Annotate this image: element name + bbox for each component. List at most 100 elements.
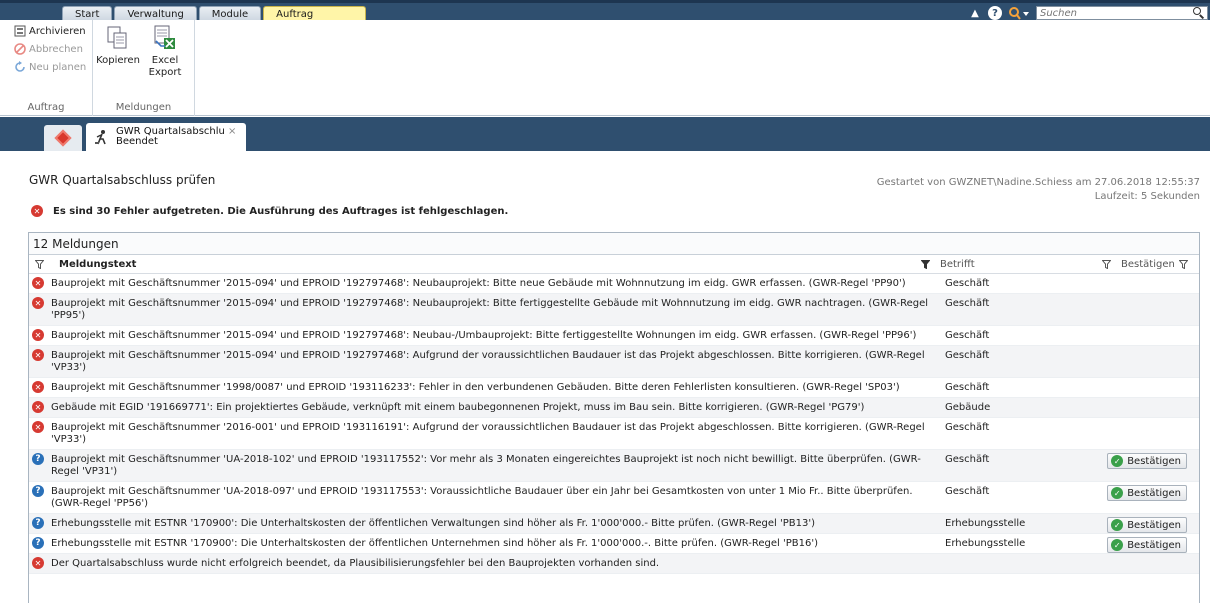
filter-icon[interactable] [1179, 259, 1188, 269]
message-betrifft: Geschäft [945, 330, 990, 341]
confirm-button[interactable]: ✓ Bestätigen [1107, 485, 1187, 501]
close-icon[interactable]: × [228, 126, 236, 137]
search-input[interactable] [1040, 7, 1190, 19]
neu-planen-button[interactable]: Neu planen [14, 59, 86, 75]
error-icon: ✕ [31, 205, 43, 217]
table-row[interactable]: ✕ Bauprojekt mit Geschäftsnummer '2015-0… [29, 326, 1199, 346]
table-row[interactable]: ? Bauprojekt mit Geschäftsnummer 'UA-201… [29, 450, 1199, 482]
filter-icon[interactable] [35, 259, 44, 269]
message-text: Bauprojekt mit Geschäftsnummer 'UA-2018-… [51, 454, 921, 477]
question-icon: ? [32, 517, 44, 529]
column-header-row: Meldungstext Betrifft Bestätigen [29, 255, 1199, 274]
worker-icon [94, 129, 110, 145]
collapse-ribbon-icon[interactable]: ▲ [968, 6, 982, 20]
check-icon: ✓ [1111, 487, 1124, 499]
table-row[interactable]: ✕ Bauprojekt mit Geschäftsnummer '1998/0… [29, 378, 1199, 398]
archivieren-button[interactable]: Archivieren [14, 23, 86, 39]
search-icon[interactable] [1193, 7, 1205, 19]
error-icon: ✕ [32, 297, 44, 309]
messages-count: 12 Meldungen [29, 233, 1199, 255]
confirm-button[interactable]: ✓ Bestätigen [1107, 453, 1187, 469]
error-icon: ✕ [32, 381, 44, 393]
message-text: Gebäude mit EGID '191669771': Ein projek… [51, 402, 865, 413]
confirm-button-label: Bestätigen [1127, 519, 1181, 531]
top-bar: Start Verwaltung Module Auftrag ▲ ? [0, 0, 1210, 24]
ribbon-group-auftrag: Archivieren Abbrechen Neu planen Auftrag [0, 20, 93, 116]
error-summary-text: Es sind 30 Fehler aufgetreten. Die Ausfü… [53, 205, 509, 217]
column-meldungstext[interactable]: Meldungstext [59, 259, 921, 270]
search-box [1036, 6, 1208, 20]
message-text: Bauprojekt mit Geschäftsnummer '1998/008… [51, 382, 900, 393]
table-row[interactable]: ✕ Der Quartalsabschluss wurde nicht erfo… [29, 554, 1199, 574]
message-text: Der Quartalsabschluss wurde nicht erfolg… [51, 558, 660, 569]
excel-export-button[interactable]: Excel Export [143, 25, 187, 79]
error-icon: ✕ [32, 401, 44, 413]
message-betrifft: Erhebungsstelle [945, 538, 1026, 549]
message-text: Bauprojekt mit Geschäftsnummer '2016-001… [51, 422, 925, 445]
excel-export-label-line1: Excel [151, 55, 179, 66]
abbrechen-button[interactable]: Abbrechen [14, 41, 83, 57]
ribbon-group-meldungen-label: Meldungen [115, 102, 172, 113]
message-betrifft: Erhebungsstelle [945, 518, 1026, 529]
runtime-info: Laufzeit: 5 Sekunden [1094, 191, 1200, 202]
table-row[interactable]: ✕ Bauprojekt mit Geschäftsnummer '2015-0… [29, 294, 1199, 326]
refresh-icon [14, 61, 26, 73]
check-icon: ✓ [1111, 519, 1124, 531]
column-bestaetigen[interactable]: Bestätigen [1121, 259, 1179, 270]
message-betrifft: Geschäft [945, 486, 990, 497]
kopieren-label: Kopieren [96, 55, 140, 66]
home-tab[interactable] [44, 125, 82, 151]
message-text: Erhebungsstelle mit ESTNR '170900': Die … [51, 538, 819, 549]
excel-export-icon [153, 25, 177, 51]
table-row[interactable]: ✕ Bauprojekt mit Geschäftsnummer '2015-0… [29, 346, 1199, 378]
archivieren-label: Archivieren [29, 25, 86, 37]
error-icon: ✕ [32, 421, 44, 433]
home-icon [54, 129, 72, 147]
table-row[interactable]: ? Erhebungsstelle mit ESTNR '170900': Di… [29, 534, 1199, 554]
document-tab-strip: GWR Quartalsabschlu Beendet × [0, 117, 1210, 151]
kopieren-button[interactable]: Kopieren [96, 25, 140, 67]
filter-icon[interactable] [1102, 259, 1111, 269]
ribbon-group-auftrag-label: Auftrag [27, 102, 65, 113]
message-betrifft: Geschäft [945, 278, 990, 289]
confirm-button-label: Bestätigen [1127, 487, 1181, 499]
message-text: Bauprojekt mit Geschäftsnummer '2015-094… [51, 330, 917, 341]
table-row[interactable]: ✕ Gebäude mit EGID '191669771': Ein proj… [29, 398, 1199, 418]
check-icon: ✓ [1111, 455, 1124, 467]
column-betrifft[interactable]: Betrifft [940, 259, 1102, 270]
error-icon: ✕ [32, 329, 44, 341]
main-content: GWR Quartalsabschluss prüfen Gestartet v… [0, 151, 1210, 603]
document-tab-status: Beendet [116, 136, 158, 147]
document-tab-text: GWR Quartalsabschlu Beendet [116, 127, 225, 147]
table-row[interactable]: ✕ Bauprojekt mit Geschäftsnummer '2015-0… [29, 274, 1199, 294]
search-scope-icon[interactable] [1008, 6, 1030, 20]
message-betrifft: Geschäft [945, 454, 990, 465]
question-icon: ? [32, 485, 44, 497]
table-row[interactable]: ? Erhebungsstelle mit ESTNR '170900': Di… [29, 514, 1199, 534]
confirm-button-label: Bestätigen [1127, 539, 1181, 551]
message-text: Bauprojekt mit Geschäftsnummer 'UA-2018-… [51, 486, 913, 509]
table-row[interactable]: ✕ Bauprojekt mit Geschäftsnummer '2016-0… [29, 418, 1199, 450]
excel-export-label-line2: Export [148, 67, 182, 78]
messages-list: ✕ Bauprojekt mit Geschäftsnummer '2015-0… [29, 274, 1199, 574]
help-icon[interactable]: ? [988, 6, 1002, 20]
document-tab[interactable]: GWR Quartalsabschlu Beendet × [86, 123, 246, 151]
message-betrifft: Gebäude [945, 402, 991, 413]
message-text: Bauprojekt mit Geschäftsnummer '2015-094… [51, 298, 929, 321]
confirm-button[interactable]: ✓ Bestätigen [1107, 537, 1187, 553]
confirm-button-label: Bestätigen [1127, 455, 1181, 467]
messages-panel: 12 Meldungen Meldungstext Betrifft Bestä… [28, 232, 1200, 603]
error-icon: ✕ [32, 557, 44, 569]
filter-active-icon[interactable] [921, 259, 930, 269]
archive-icon [14, 25, 26, 37]
table-row[interactable]: ? Bauprojekt mit Geschäftsnummer 'UA-201… [29, 482, 1199, 514]
message-text: Bauprojekt mit Geschäftsnummer '2015-094… [51, 350, 925, 373]
cancel-icon [14, 43, 26, 55]
ribbon-group-meldungen: Kopieren Excel Export Meldungen [93, 20, 195, 116]
message-betrifft: Geschäft [945, 382, 990, 393]
confirm-button[interactable]: ✓ Bestätigen [1107, 517, 1187, 533]
message-betrifft: Geschäft [945, 298, 990, 309]
message-betrifft [941, 554, 1091, 558]
ribbon: Archivieren Abbrechen Neu planen Auftrag… [0, 20, 1210, 116]
top-right-tools: ▲ ? [968, 5, 1210, 21]
